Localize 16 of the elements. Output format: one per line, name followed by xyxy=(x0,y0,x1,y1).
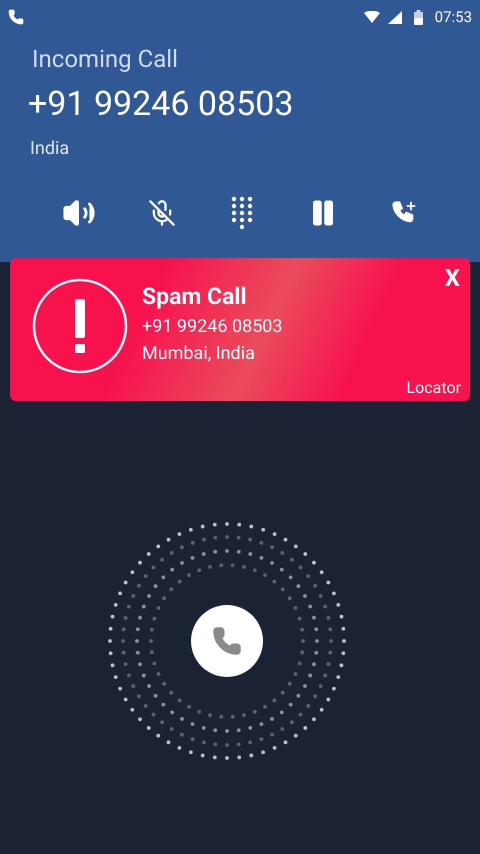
phone-icon xyxy=(212,626,242,656)
caller-country: India xyxy=(30,137,70,161)
clock-time: 07:53 xyxy=(434,6,472,28)
phone-icon xyxy=(8,9,24,25)
app-brand: Locator xyxy=(406,377,461,399)
spam-title: Spam Call xyxy=(142,282,247,312)
warning-icon xyxy=(32,278,128,374)
spam-location: Mumbai, India xyxy=(142,342,255,366)
call-status: Incoming Call xyxy=(32,44,178,75)
signal-icon xyxy=(388,10,402,24)
microphone-off-icon[interactable] xyxy=(148,199,176,227)
close-button[interactable]: X xyxy=(440,264,464,292)
battery-icon xyxy=(414,10,423,24)
wifi-icon xyxy=(364,11,380,23)
spam-number: +91 99246 08503 xyxy=(142,315,283,339)
caller-number: +91 99246 08503 xyxy=(28,84,294,124)
